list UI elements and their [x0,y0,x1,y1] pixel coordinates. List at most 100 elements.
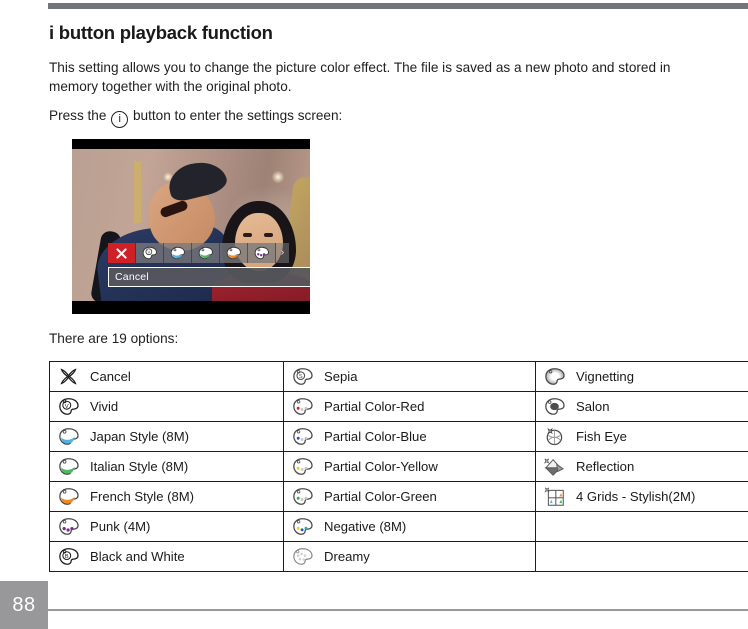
effect-option-italian-style[interactable] [192,243,220,263]
option-label: Black and White [90,549,185,564]
page-number-text: 88 [12,593,36,616]
palette-partial-red-icon [289,397,315,416]
option-cell-dreamy[interactable]: Dreamy [283,541,536,572]
option-label: Punk (4M) [90,519,151,534]
effect-options-table: Cancel S Sepia Vignetting V Vivid Partia… [49,361,748,572]
option-label: Partial Color-Red [324,399,425,414]
svg-text:V: V [64,404,68,410]
option-cell-japan-style[interactable]: Japan Style (8M) [49,421,284,452]
table-body: Cancel S Sepia Vignetting V Vivid Partia… [49,361,748,572]
option-label: Fish Eye [576,429,627,444]
palette-punk-icon [254,246,270,260]
table-row: Punk (4M) Negative (8M) [49,511,748,542]
page-number-badge: 88 [0,581,48,629]
cancel-x-icon [55,366,81,387]
press-suffix-text: button to enter the settings screen: [132,108,343,123]
svg-text:B: B [64,554,68,560]
palette-orange-icon [226,246,242,260]
palette-partial-green-icon [289,487,315,506]
option-cell-fish-eye[interactable]: Fish Eye [535,421,748,452]
option-label: Partial Color-Blue [324,429,427,444]
palette-bw-icon: B [55,547,81,566]
option-label: 4 Grids - Stylish(2M) [576,489,696,504]
description-paragraph: This setting allows you to change the pi… [49,60,671,94]
palette-sepia-icon: S [289,367,315,386]
table-row: French Style (8M) Partial Color-Green 4 … [49,481,748,512]
effect-next-arrow[interactable]: › [276,243,289,263]
cancel-label: Cancel [115,271,149,283]
palette-partial-blue-icon [289,427,315,446]
fish-eye-icon [541,426,567,447]
option-cell-black-and-white[interactable]: B Black and White [49,541,284,572]
press-instruction: Press the i button to enter the settings… [49,106,701,128]
effect-toolbar[interactable]: V › [108,243,289,263]
svg-text:S: S [298,374,302,380]
option-label: Japan Style (8M) [90,429,189,444]
option-label: Dreamy [324,549,370,564]
palette-dreamy-icon [289,547,315,566]
option-cell-empty-1 [535,511,748,542]
footer-rule [48,609,748,611]
option-label: French Style (8M) [90,489,195,504]
palette-french-icon [55,487,81,506]
palette-negative-icon [289,517,315,536]
four-grids-icon [541,486,567,507]
effect-option-cancel[interactable] [108,243,136,263]
camera-screenshot-figure: V › Cancel [72,139,310,314]
i-button-icon: i [111,111,129,128]
effect-option-vivid[interactable]: V [136,243,164,263]
photo-woman-eye-left [243,233,252,237]
option-label: Italian Style (8M) [90,459,189,474]
options-count-text: There are 19 options: [49,331,179,346]
palette-punk-icon [55,517,81,536]
option-cell-cancel[interactable]: Cancel [49,361,284,392]
option-cell-french-style[interactable]: French Style (8M) [49,481,284,512]
palette-salon-icon [541,397,567,416]
page-title: i button playback function [49,22,273,43]
option-cell-salon[interactable]: Salon [535,391,748,422]
option-label: Sepia [324,369,358,384]
option-label: Vignetting [576,369,635,384]
option-label: Salon [576,399,610,414]
palette-partial-yellow-icon [289,457,315,476]
option-cell-italian-style[interactable]: Italian Style (8M) [49,451,284,482]
effect-option-french-style[interactable] [220,243,248,263]
table-row: Japan Style (8M) Partial Color-Blue Fish… [49,421,748,452]
option-label: Partial Color-Green [324,489,437,504]
option-cell-partial-color-yellow[interactable]: Partial Color-Yellow [283,451,536,482]
palette-vignetting-icon [541,367,567,386]
option-cell-empty-2 [535,541,748,572]
palette-japan-icon [55,427,81,446]
option-label: Partial Color-Yellow [324,459,438,474]
table-row: Cancel S Sepia Vignetting [49,361,748,392]
option-cell-punk[interactable]: Punk (4M) [49,511,284,542]
press-prefix-text: Press the [49,108,107,123]
content-column: i button playback function This setting … [49,22,739,138]
option-label: Vivid [90,399,119,414]
table-row: Italian Style (8M) Partial Color-Yellow … [49,451,748,482]
option-cell-partial-color-red[interactable]: Partial Color-Red [283,391,536,422]
palette-vivid-icon: V [55,397,81,416]
photo-woman-eye-right [264,233,273,237]
option-cell-negative[interactable]: Negative (8M) [283,511,536,542]
option-cell-partial-color-blue[interactable]: Partial Color-Blue [283,421,536,452]
option-cell-four-grids-stylish[interactable]: 4 Grids - Stylish(2M) [535,481,748,512]
svg-text:V: V [147,250,150,255]
effect-option-punk[interactable] [248,243,276,263]
table-row: B Black and White Dreamy [49,541,748,572]
palette-vivid-icon: V [142,246,158,260]
option-label: Negative (8M) [324,519,407,534]
cancel-status-bar[interactable]: Cancel [108,267,310,287]
photo-background-pole [134,161,141,223]
reflection-icon [541,457,567,477]
option-cell-vignetting[interactable]: Vignetting [535,361,748,392]
top-rule [48,3,748,9]
table-row: V Vivid Partial Color-Red Salon [49,391,748,422]
option-cell-partial-color-green[interactable]: Partial Color-Green [283,481,536,512]
option-label: Reflection [576,459,635,474]
option-cell-sepia[interactable]: S Sepia [283,361,536,392]
x-icon [116,247,127,259]
effect-option-japan-style[interactable] [164,243,192,263]
option-cell-reflection[interactable]: Reflection [535,451,748,482]
option-cell-vivid[interactable]: V Vivid [49,391,284,422]
